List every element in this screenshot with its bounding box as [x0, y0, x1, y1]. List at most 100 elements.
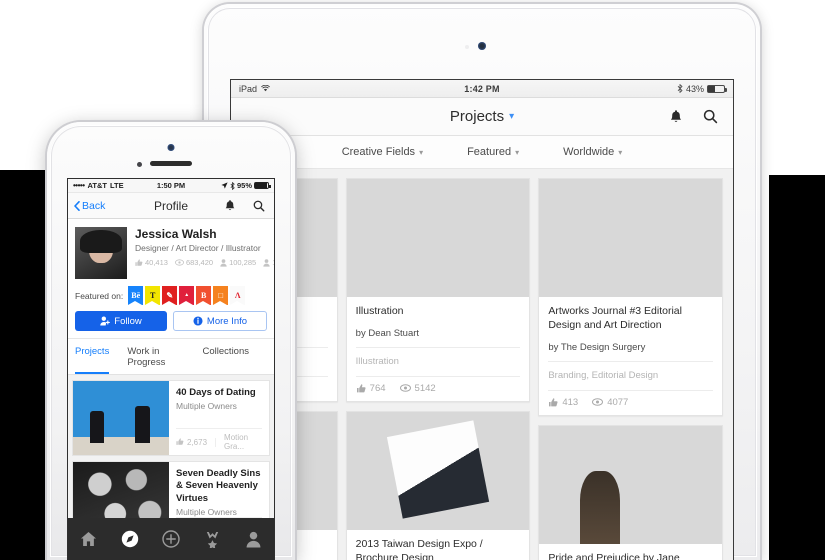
profile-action-buttons: Follow More Info	[75, 311, 267, 338]
project-stats: 413 4077	[539, 391, 722, 415]
chevron-down-icon: ▾	[618, 147, 623, 157]
add-plus-icon[interactable]	[160, 528, 182, 550]
views-value: 683,420	[185, 258, 214, 267]
views-count: 5142	[414, 382, 436, 394]
following-stat: 12	[263, 258, 274, 267]
search-icon[interactable]	[701, 108, 719, 126]
iphone-status-bar: ••••• AT&T LTE 1:50 PM 95%	[68, 179, 274, 193]
views-count: 4077	[607, 396, 629, 408]
battery-icon	[254, 182, 271, 189]
project-thumbnail[interactable]	[539, 179, 723, 297]
grid-column-2: Illustration by Dean Stuart Illustration…	[345, 178, 531, 560]
profile-role: Designer / Art Director / Illustrator	[135, 243, 261, 253]
awards-medal-icon[interactable]	[201, 528, 223, 550]
filter-label: Featured	[467, 146, 512, 158]
likes-count: 2,673	[187, 437, 208, 447]
search-icon[interactable]	[250, 197, 268, 215]
more-info-button[interactable]: More Info	[173, 311, 267, 331]
bluetooth-icon	[677, 84, 683, 93]
status-right: 95%	[185, 181, 271, 190]
likes-stat: 413	[548, 397, 578, 408]
card-body: Illustration by Dean Stuart Illustration	[347, 297, 530, 377]
screenshot-stage: iPad 1:42 PM 43% Projects ▾ Creative Fie…	[0, 0, 825, 560]
project-fields: Illustration	[355, 348, 521, 377]
profile-person-icon[interactable]	[242, 528, 264, 550]
letterbox-bar-right	[769, 175, 825, 560]
profile-row: Jessica Walsh Designer / Art Director / …	[75, 227, 274, 279]
discover-compass-icon[interactable]	[119, 528, 141, 550]
project-title: Pride and Prejudice by Jane Austen - ill…	[548, 551, 680, 560]
iphone-front-camera	[167, 144, 175, 151]
filter-creative-fields[interactable]: Creative Fields ▾	[342, 146, 423, 158]
iphone-clock: 1:50 PM	[156, 181, 186, 190]
ipad-battery-label: 43%	[686, 83, 705, 94]
filter-featured[interactable]: Featured ▾	[467, 146, 519, 158]
home-icon[interactable]	[78, 528, 100, 550]
project-thumbnail[interactable]	[346, 179, 530, 297]
follow-button-label: Follow	[114, 315, 142, 327]
views-stat: 4077	[592, 397, 628, 408]
location-arrow-icon	[221, 182, 228, 189]
project-title: 40 Days of Dating	[176, 387, 256, 398]
ipad-nav-bar: Projects ▾	[231, 98, 733, 136]
card-body: 2013 Taiwan Design Expo / Brochure Desig…	[347, 530, 530, 560]
card-body: Artworks Journal #3 Editorial Design and…	[539, 297, 722, 391]
iphone-earpiece-speaker	[150, 161, 192, 166]
filter-worldwide[interactable]: Worldwide ▾	[563, 146, 622, 158]
branding-badge[interactable]: B	[196, 286, 212, 305]
followers-stat: 100,285	[220, 258, 256, 267]
iphone-ambient-sensor	[137, 162, 142, 167]
appreciations-value: 40,413	[145, 258, 168, 267]
project-card[interactable]: Illustration by Dean Stuart Illustration…	[345, 178, 531, 402]
project-stats: 764 5142	[347, 377, 530, 401]
tab-work-in-progress[interactable]: Work in Progress	[127, 339, 184, 374]
project-card[interactable]: Artworks Journal #3 Editorial Design and…	[538, 178, 724, 416]
chevron-down-icon: ▾	[515, 147, 520, 157]
iphone-carrier-label: AT&T	[87, 181, 107, 190]
ipad-nav-actions	[667, 108, 733, 126]
adobe-badge[interactable]: Λ	[230, 286, 246, 305]
follow-button[interactable]: Follow	[75, 311, 167, 331]
back-button[interactable]: Back	[74, 200, 105, 212]
status-left: ••••• AT&T LTE	[73, 181, 157, 190]
avatar[interactable]	[75, 227, 127, 279]
chevron-left-icon	[74, 200, 80, 211]
profile-project-list: 40 Days of Dating Multiple Owners 2,673 …	[68, 375, 274, 542]
bell-icon[interactable]	[667, 108, 685, 126]
profile-stats: 40,413 683,420 100,285	[135, 253, 274, 267]
ipad-carrier-label: iPad	[239, 83, 258, 94]
illustration-badge[interactable]: ✎	[162, 286, 178, 305]
bell-icon[interactable]	[221, 197, 239, 215]
info-icon	[193, 316, 203, 326]
list-item[interactable]: 40 Days of Dating Multiple Owners 2,673 …	[72, 380, 270, 456]
ipad-clock: 1:42 PM	[464, 83, 500, 94]
featured-on-label: Featured on:	[75, 290, 124, 301]
tab-projects[interactable]: Projects	[75, 339, 109, 374]
project-thumbnail[interactable]	[73, 381, 169, 455]
project-card[interactable]: Pride and Prejudice by Jane Austen - ill…	[538, 424, 724, 560]
card-body: Pride and Prejudice by Jane Austen - ill…	[539, 544, 722, 560]
graphic-design-badge[interactable]: ▲	[179, 286, 195, 305]
chevron-down-icon: ▾	[419, 147, 424, 157]
project-field: Motion Gra...	[224, 433, 249, 451]
likes-count: 413	[562, 396, 579, 408]
bluetooth-icon	[230, 181, 235, 190]
typography-badge[interactable]: T	[145, 286, 161, 305]
ipad-screen: iPad 1:42 PM 43% Projects ▾ Creative Fie…	[231, 80, 733, 560]
project-card[interactable]: 2013 Taiwan Design Expo / Brochure Desig…	[345, 410, 531, 560]
tab-collections[interactable]: Collections	[203, 339, 249, 374]
iphone-battery-label: 95%	[237, 181, 253, 190]
status-left: iPad	[239, 84, 464, 94]
photography-badge[interactable]: □	[213, 286, 229, 305]
profile-name: Jessica Walsh	[135, 227, 217, 241]
project-thumbnail[interactable]	[539, 425, 723, 544]
likes-stat: 764	[356, 383, 386, 394]
behance-badge[interactable]: Bē	[128, 286, 144, 305]
iphone-nav-bar: Back Profile	[68, 193, 274, 219]
ipad-page-title: Projects	[449, 108, 505, 125]
chevron-down-icon: ▾	[509, 111, 515, 122]
project-fields: Branding, Editorial Design	[548, 362, 714, 391]
iphone-nav-actions	[221, 197, 268, 215]
project-thumbnail[interactable]	[346, 411, 530, 530]
ipad-title-dropdown[interactable]: Projects ▾	[231, 108, 733, 125]
